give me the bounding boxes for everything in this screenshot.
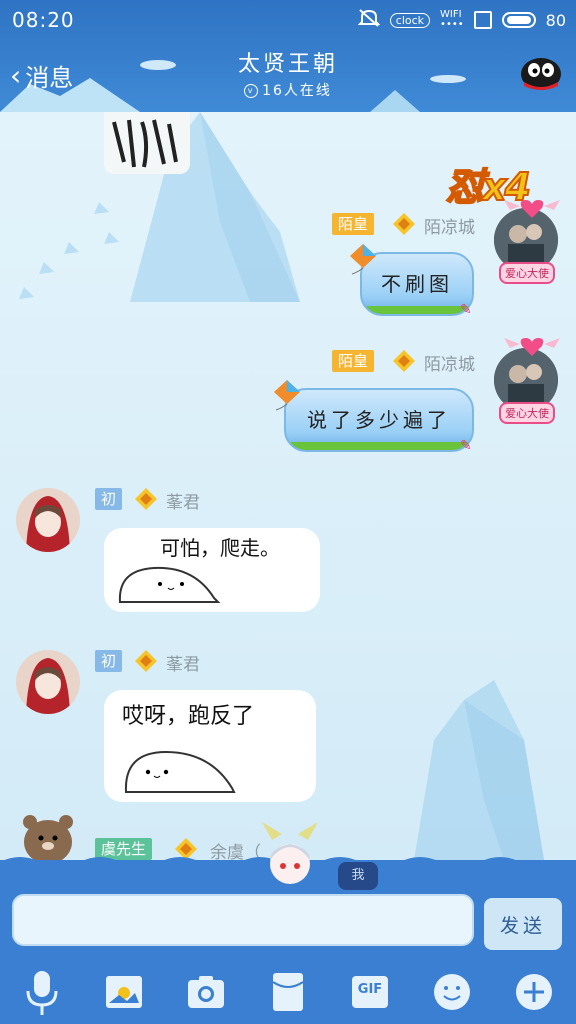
member-title-badge: 陌皇 (332, 213, 375, 235)
input-toolbar: GIF (0, 964, 576, 1024)
chat-area[interactable]: 怼x4 陌皇 陌凉城 爱心大使 不刷图 ✎ 陌皇 陌凉城 爱心大使 说了多少遍了… (0, 112, 576, 860)
message-bubble[interactable]: 可怕，爬走。 (104, 528, 320, 612)
composer: 我 发送 GIF (0, 822, 576, 1024)
message-bubble[interactable]: 说了多少遍了 (284, 388, 474, 452)
avatar[interactable] (16, 488, 80, 552)
clock-icon: clock (389, 12, 431, 28)
avatar-tag: 爱心大使 (499, 402, 555, 424)
sender-nickname[interactable]: 莑君 (166, 650, 200, 675)
kite-icon (350, 244, 376, 275)
level-diamond-icon (135, 488, 157, 510)
pin-icon: ✎ (460, 438, 472, 454)
message-bubble[interactable]: 哎呀，跑反了 (104, 690, 316, 802)
heart-wings-icon (504, 338, 560, 356)
red-packet-icon (272, 973, 304, 1011)
me-tag: 我 (338, 862, 378, 890)
kite-icon (274, 380, 300, 411)
message-text: 哎呀，跑反了 (122, 704, 255, 729)
status-time: 08:20 (12, 8, 75, 32)
gif-button[interactable]: GIF (350, 972, 390, 1012)
voice-button[interactable] (22, 971, 62, 1015)
camera-button[interactable] (186, 972, 226, 1012)
heart-wings-icon (504, 200, 560, 218)
group-profile-icon[interactable] (518, 52, 564, 92)
photo-button[interactable] (104, 972, 144, 1012)
mute-icon (357, 8, 381, 32)
level-diamond-icon (135, 650, 157, 672)
sticker-image[interactable] (104, 112, 190, 174)
smiley-icon (434, 974, 470, 1010)
send-button[interactable]: 发送 (484, 898, 562, 950)
emoji-button[interactable] (432, 972, 472, 1012)
battery-icon (501, 12, 536, 28)
more-button[interactable] (514, 972, 554, 1012)
sender-nickname[interactable]: 莑君 (166, 488, 200, 513)
pin-icon: ✎ (460, 302, 472, 318)
pet-sprite[interactable] (258, 820, 322, 892)
footprints-decoration (19, 202, 119, 299)
screen-icon (473, 11, 492, 29)
image-icon (106, 976, 142, 1008)
plus-icon (516, 974, 552, 1010)
page-title: 太贤王朝 (237, 52, 338, 77)
message-text: 可怕，爬走。 (160, 536, 280, 560)
level-diamond-icon (393, 350, 415, 372)
member-title-badge: 初 (95, 488, 123, 510)
message-text: 说了多少遍了 (307, 407, 451, 432)
level-diamond-icon (393, 213, 415, 235)
online-count[interactable]: v 16人在线 (0, 80, 576, 100)
camera-icon (188, 976, 224, 1008)
status-bar: 08:20 clock WIFI •••• 80 (0, 0, 576, 38)
member-title-badge: 初 (95, 650, 123, 672)
avatar[interactable] (16, 650, 80, 714)
member-title-badge: 陌皇 (332, 350, 375, 372)
background-iceberg (414, 680, 544, 860)
message-text: 不刷图 (381, 271, 453, 296)
header: 08:20 clock WIFI •••• 80 ‹ 消息 太贤王朝 v 16人在线 (0, 0, 576, 112)
seal-sticker (124, 750, 236, 793)
avatar-tag: 爱心大使 (499, 262, 555, 284)
microphone-icon (26, 971, 58, 1015)
seal-sticker (118, 566, 221, 603)
sender-nickname[interactable]: 陌凉城 (424, 350, 475, 375)
red-packet-button[interactable] (268, 972, 308, 1012)
wifi-icon: WIFI •••• (440, 9, 464, 30)
battery-level: 80 (545, 10, 566, 30)
status-icons: clock WIFI •••• 80 (357, 8, 566, 32)
message-input[interactable] (12, 894, 474, 946)
chevron-down-icon: v (244, 84, 259, 98)
sender-nickname[interactable]: 陌凉城 (424, 213, 475, 238)
gif-label: GIF (357, 982, 383, 997)
